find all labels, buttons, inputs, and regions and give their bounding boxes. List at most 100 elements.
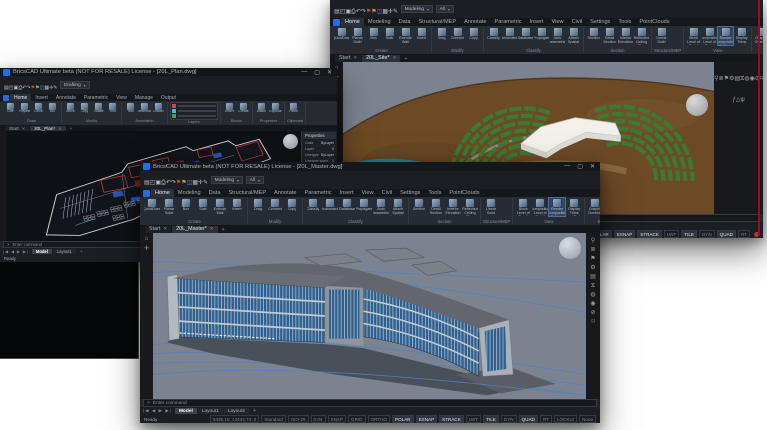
ribbon-button[interactable]: Database bbox=[339, 198, 355, 211]
panel-tab-icon[interactable]: ⚲ bbox=[591, 238, 595, 244]
app-menu-button[interactable] bbox=[333, 19, 340, 26]
ribbon-button[interactable]: QuickDraw bbox=[144, 198, 160, 211]
panel-tab-icon[interactable]: ⚑ bbox=[590, 256, 595, 262]
ribbon-button[interactable]: Propagate bbox=[356, 198, 372, 211]
ribbon-button[interactable]: Drag bbox=[250, 198, 266, 211]
panel-tab-icon[interactable]: ⌑ bbox=[591, 319, 594, 325]
status-toggle[interactable]: 5335.18, 13444.74, 0 bbox=[210, 415, 259, 423]
ribbon-button[interactable]: Trim bbox=[106, 102, 119, 114]
ribbon-button[interactable]: Reflected Ceiling Plan bbox=[634, 27, 649, 45]
ribbon-button[interactable]: Composition Level of Detail bbox=[532, 198, 548, 216]
qat-icon[interactable]: ✎ bbox=[203, 180, 208, 186]
toolbar-icon[interactable]: ✛ bbox=[144, 246, 149, 252]
panel-tab-icon[interactable]: ⧖ bbox=[591, 283, 595, 289]
panel-tab-icon[interactable]: ⌑ bbox=[760, 76, 763, 82]
ribbon-button[interactable]: Circle bbox=[32, 102, 45, 114]
status-toggle[interactable]: DYN bbox=[501, 415, 517, 423]
ribbon-tab[interactable]: Home bbox=[10, 94, 31, 101]
layout-nav-arrows[interactable]: |◀ ◀ ▶ ▶| bbox=[3, 249, 29, 254]
ribbon-tab[interactable]: Structural/MEP bbox=[224, 189, 270, 197]
status-toggle[interactable]: SNAP bbox=[328, 415, 347, 423]
window-bim-model[interactable]: BricsCAD Ultimate beta (NOT FOR RESALE) … bbox=[140, 162, 600, 423]
ribbon-button[interactable]: Slab bbox=[382, 27, 397, 40]
status-toggle[interactable]: ISO-25 bbox=[288, 415, 309, 423]
ribbon-button[interactable]: Planar Solid bbox=[350, 27, 365, 44]
ribbon-button[interactable]: Attach Spatial Location bbox=[566, 27, 581, 45]
profile-dropdown[interactable]: All▾ bbox=[436, 5, 454, 13]
document-tab[interactable]: Start✕ bbox=[335, 55, 361, 63]
ribbon-button[interactable]: Connect bbox=[450, 27, 465, 40]
status-toggle[interactable]: POLAR bbox=[392, 415, 414, 423]
close-icon[interactable]: ✕ bbox=[210, 226, 214, 232]
panel-tab-icon[interactable]: ◍ bbox=[590, 292, 595, 298]
layout-nav-arrows[interactable]: |◀ ◀ ▶ ▶| bbox=[143, 408, 172, 414]
status-toggle[interactable]: None bbox=[579, 415, 596, 423]
profile-dropdown[interactable]: All▾ bbox=[246, 176, 264, 184]
ribbon-tab[interactable]: Parametric bbox=[490, 18, 525, 26]
status-toggle[interactable]: 0.04 bbox=[311, 415, 326, 423]
ribbon-button[interactable]: Box bbox=[178, 198, 194, 211]
status-toggle[interactable]: TILE bbox=[681, 230, 697, 238]
ribbon-button[interactable]: Copy bbox=[466, 27, 481, 40]
ribbon-tab[interactable]: Tools bbox=[424, 189, 445, 197]
status-toggle[interactable]: Standard bbox=[261, 415, 286, 423]
layer-row[interactable] bbox=[172, 109, 216, 113]
ribbon-button[interactable]: Detail Section bbox=[602, 27, 617, 44]
ribbon-button[interactable]: Section bbox=[586, 27, 601, 40]
ribbon-button[interactable]: Paste bbox=[287, 102, 300, 114]
ribbon-button[interactable]: Render Composition Settings bbox=[549, 198, 565, 216]
status-toggle[interactable]: TILE bbox=[483, 415, 499, 423]
ribbon-button[interactable]: Dimension bbox=[138, 102, 151, 114]
ribbon-button[interactable]: Leader bbox=[152, 102, 165, 114]
ribbon-tab[interactable]: Insert bbox=[31, 94, 52, 101]
ribbon-button[interactable]: Reflected Ceiling Plan bbox=[462, 198, 478, 216]
layout-tab[interactable]: Layout2 bbox=[224, 408, 249, 415]
panel-tab-icon[interactable]: ψ bbox=[740, 97, 744, 103]
close-icon[interactable]: ✕ bbox=[353, 55, 357, 61]
ribbon-tab[interactable]: Annotate bbox=[52, 94, 80, 101]
ribbon-button[interactable]: QuickDraw bbox=[334, 27, 349, 40]
navigation-sphere[interactable] bbox=[559, 237, 581, 259]
ribbon-tab[interactable]: View bbox=[112, 94, 131, 101]
ribbon-tab[interactable]: View bbox=[358, 189, 378, 197]
layout-tab[interactable]: Model bbox=[32, 249, 52, 255]
close-icon[interactable]: ✕ bbox=[163, 226, 167, 232]
ribbon-button[interactable]: Copy bbox=[78, 102, 91, 114]
document-tab[interactable]: 20L_Master*✕ bbox=[172, 226, 217, 234]
status-toggle[interactable]: RT bbox=[540, 415, 552, 423]
ribbon-button[interactable]: Polyline bbox=[18, 102, 31, 114]
ribbon-tab[interactable]: Structural/MEP bbox=[414, 18, 460, 26]
document-tab[interactable]: 20L_Site*✕ bbox=[362, 55, 400, 63]
ribbon-button[interactable]: Database bbox=[518, 27, 533, 40]
toolbar-icon[interactable]: ⌂ bbox=[145, 236, 149, 242]
ribbon-tab[interactable]: PointClouds bbox=[635, 18, 673, 26]
status-toggle[interactable]: ESNAP bbox=[614, 230, 636, 238]
status-toggle[interactable]: GRID bbox=[348, 415, 365, 423]
ribbon-tab[interactable]: Parametric bbox=[300, 189, 335, 197]
title-bar[interactable]: BricsCAD Ultimate beta (NOT FOR RESALE) … bbox=[140, 162, 600, 171]
ribbon-button[interactable]: Detail Section bbox=[428, 198, 444, 215]
status-toggle[interactable]: LOCKUI bbox=[554, 415, 577, 423]
layout-tab[interactable]: Model bbox=[175, 408, 197, 415]
ribbon-button[interactable]: Arc bbox=[46, 102, 59, 114]
app-menu-button[interactable] bbox=[143, 190, 150, 197]
ribbon-tab[interactable]: Annotate bbox=[460, 18, 490, 26]
status-toggle[interactable]: STRACK bbox=[439, 415, 464, 423]
workspace-dropdown[interactable]: Modeling▾ bbox=[211, 176, 243, 184]
layer-color-swatch[interactable] bbox=[172, 109, 176, 113]
status-toggle[interactable]: LWT bbox=[466, 415, 481, 423]
status-toggle[interactable]: DYN bbox=[699, 230, 715, 238]
ribbon-tab[interactable]: Data bbox=[205, 189, 225, 197]
ribbon-button[interactable]: Rotate bbox=[92, 102, 105, 114]
ribbon-button[interactable]: Attach Spatial Location bbox=[390, 198, 406, 216]
status-toggle[interactable]: RT bbox=[738, 230, 750, 238]
status-toggle[interactable]: STRACK bbox=[637, 230, 662, 238]
ribbon-tab[interactable]: Tools bbox=[614, 18, 635, 26]
ribbon-tab[interactable]: Home bbox=[151, 189, 174, 197]
ribbon-button[interactable]: Explode bbox=[269, 102, 282, 114]
ribbon-button[interactable]: Extrude Wall bbox=[212, 198, 228, 215]
ribbon-tab[interactable]: Output bbox=[157, 94, 180, 101]
ribbon-button[interactable]: Auto Parametrize bbox=[373, 198, 389, 215]
document-tab[interactable]: Start✕ bbox=[145, 226, 171, 234]
ribbon-button[interactable]: Display Trims and Ends bbox=[566, 198, 582, 216]
